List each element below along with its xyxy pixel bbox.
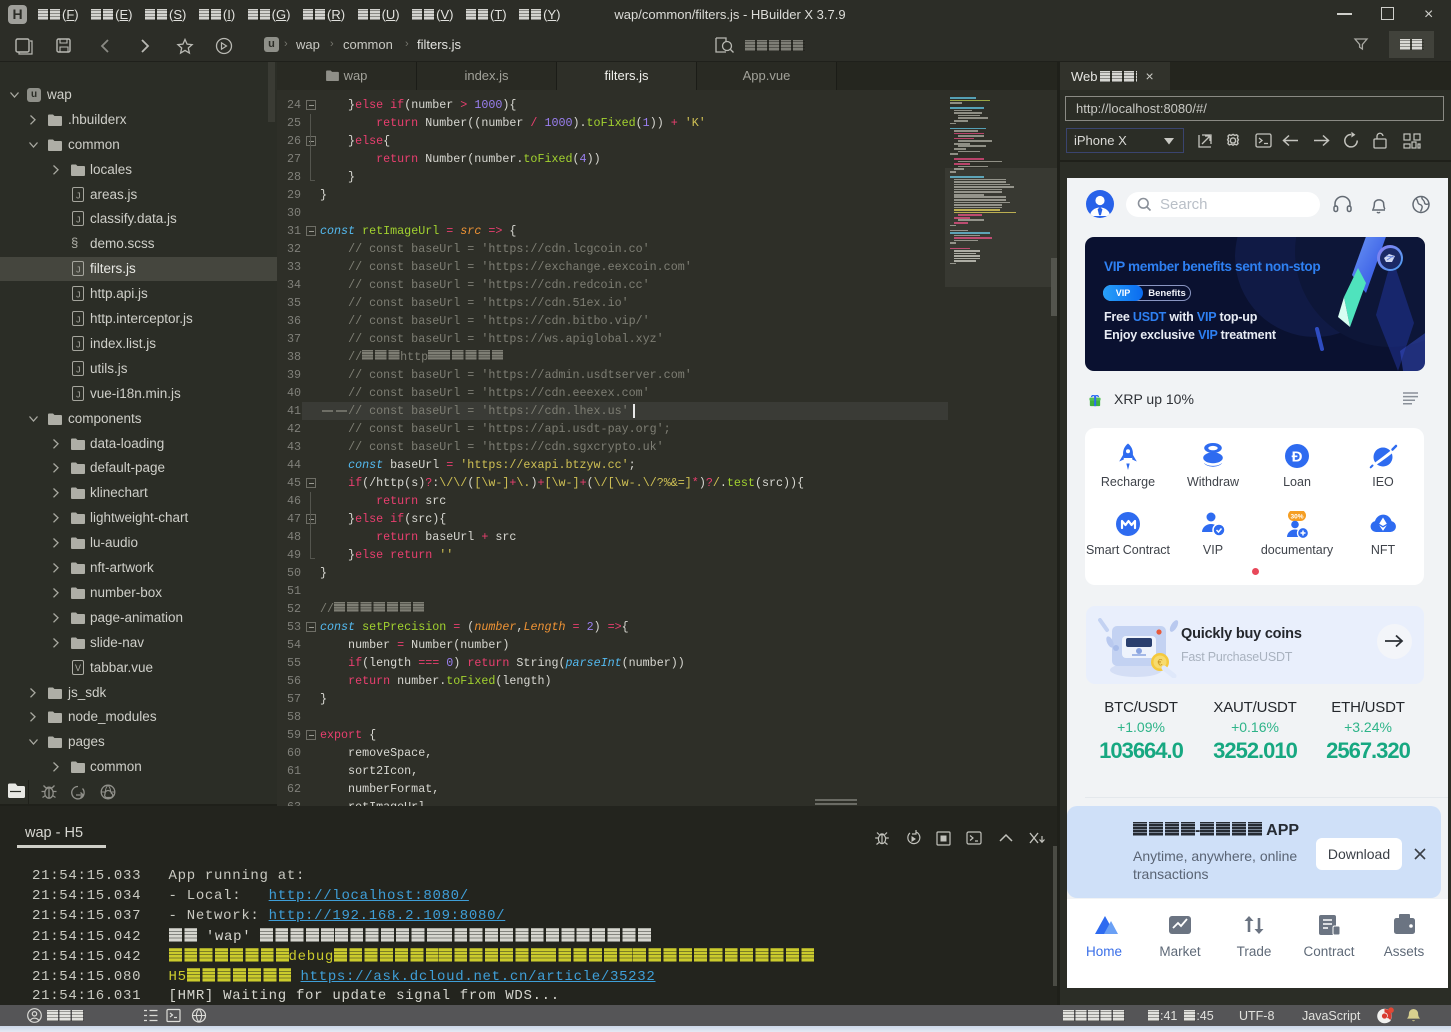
svg-text:J: J bbox=[75, 290, 81, 301]
svg-text:€: € bbox=[1157, 658, 1162, 668]
svg-text:30%: 30% bbox=[1290, 514, 1303, 521]
svg-text:J: J bbox=[75, 340, 81, 351]
svg-text:J: J bbox=[75, 390, 81, 401]
svg-text:Đ: Đ bbox=[1292, 449, 1303, 466]
svg-text:J: J bbox=[75, 315, 81, 326]
svg-text:J: J bbox=[75, 215, 81, 226]
svg-text:J: J bbox=[75, 265, 81, 276]
svg-text:V: V bbox=[75, 663, 81, 673]
svg-text:J: J bbox=[75, 191, 81, 202]
svg-text:J: J bbox=[75, 365, 81, 376]
